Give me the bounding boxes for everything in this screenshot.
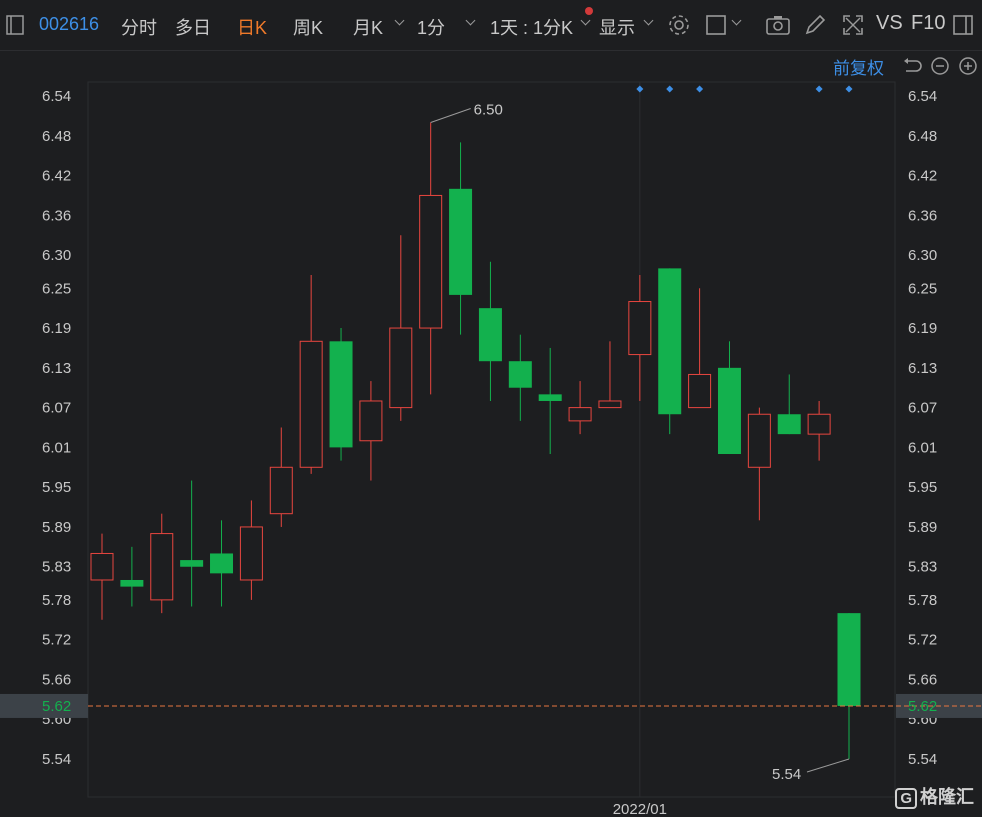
event-marker-icon[interactable] xyxy=(636,85,644,93)
max-annotation-label: 6.50 xyxy=(474,102,503,119)
y-tick-label-right: 6.25 xyxy=(908,280,937,297)
candle-body-down[interactable] xyxy=(658,268,682,415)
candle-body-down[interactable] xyxy=(120,579,144,587)
plot-frame xyxy=(87,81,896,798)
candle-body-down[interactable] xyxy=(508,361,532,388)
candle-body-down[interactable] xyxy=(538,394,562,401)
current-price-label-right: 5.62 xyxy=(908,698,937,715)
y-tick-label-right: 6.48 xyxy=(908,128,937,145)
y-tick-label-left: 5.89 xyxy=(42,519,71,536)
y-tick-label-left: 5.83 xyxy=(42,559,71,576)
candle-body-up[interactable] xyxy=(299,340,323,468)
y-tick-label-left: 5.95 xyxy=(42,479,71,496)
y-tick-label-left: 5.66 xyxy=(42,671,71,688)
min-annotation-label: 5.54 xyxy=(772,766,801,783)
candle-body-up[interactable] xyxy=(359,400,383,442)
candle-body-up[interactable] xyxy=(90,552,114,581)
y-tick-label-left: 6.13 xyxy=(42,360,71,377)
candle-body-down[interactable] xyxy=(449,188,473,295)
y-tick-label-left: 6.36 xyxy=(42,207,71,224)
y-tick-label-left: 6.48 xyxy=(42,128,71,145)
y-tick-label-right: 5.89 xyxy=(908,519,937,536)
y-tick-label-right: 5.72 xyxy=(908,632,937,649)
candle-body-down[interactable] xyxy=(837,613,861,706)
y-tick-label-left: 6.01 xyxy=(42,439,71,456)
x-axis-date-label: 2022/01 xyxy=(613,801,667,817)
y-tick-label-left: 6.42 xyxy=(42,168,71,185)
candle-body-up[interactable] xyxy=(269,466,293,515)
y-tick-label-left: 6.30 xyxy=(42,247,71,264)
y-tick-label-right: 5.78 xyxy=(908,592,937,609)
y-tick-label-left: 6.19 xyxy=(42,320,71,337)
y-tick-label-right: 6.30 xyxy=(908,247,937,264)
y-tick-label-right: 5.95 xyxy=(908,479,937,496)
y-tick-label-right: 5.54 xyxy=(908,751,937,768)
y-tick-label-right: 6.42 xyxy=(908,168,937,185)
y-tick-label-right: 6.54 xyxy=(908,88,937,105)
y-tick-label-right: 6.07 xyxy=(908,400,937,417)
watermark-g-icon: G xyxy=(895,788,917,809)
event-marker-icon[interactable] xyxy=(696,85,704,93)
candle-body-down[interactable] xyxy=(210,553,234,574)
candle-body-up[interactable] xyxy=(150,533,174,601)
candle-body-up[interactable] xyxy=(568,407,592,422)
event-marker-icon[interactable] xyxy=(845,85,853,93)
candle-body-up[interactable] xyxy=(807,413,831,435)
candle-body-down[interactable] xyxy=(717,367,741,455)
current-price-label-left: 5.62 xyxy=(42,698,71,715)
y-tick-label-right: 5.66 xyxy=(908,671,937,688)
max-annotation-line xyxy=(430,108,471,123)
candle-body-up[interactable] xyxy=(688,373,712,409)
event-marker-icon[interactable] xyxy=(815,85,823,93)
candle-body-up[interactable] xyxy=(239,526,263,581)
min-annotation-line xyxy=(806,758,850,773)
candle-body-down[interactable] xyxy=(180,560,204,567)
y-tick-label-left: 6.07 xyxy=(42,400,71,417)
y-tick-label-left: 6.54 xyxy=(42,88,71,105)
event-marker-icon[interactable] xyxy=(666,85,674,93)
y-tick-label-left: 5.72 xyxy=(42,632,71,649)
candle-body-up[interactable] xyxy=(747,413,771,468)
y-tick-label-right: 5.83 xyxy=(908,559,937,576)
candle-body-down[interactable] xyxy=(777,414,801,435)
candle-body-down[interactable] xyxy=(478,308,502,362)
y-tick-label-left: 6.25 xyxy=(42,280,71,297)
candle-body-up[interactable] xyxy=(389,327,413,409)
candle-body-up[interactable] xyxy=(628,301,652,356)
candle-body-up[interactable] xyxy=(419,194,443,329)
y-tick-label-left: 5.78 xyxy=(42,592,71,609)
y-tick-label-right: 6.19 xyxy=(908,320,937,337)
watermark-logo: G 格隆汇 xyxy=(895,783,974,809)
candle-body-up[interactable] xyxy=(598,400,622,409)
watermark-text: 格隆汇 xyxy=(920,787,974,807)
y-tick-label-right: 6.13 xyxy=(908,360,937,377)
y-tick-label-left: 5.54 xyxy=(42,751,71,768)
candlestick-chart[interactable]: 6.54 6.54 6.48 6.48 6.42 6.42 6.36 6.36 6.30 6.30… xyxy=(0,0,982,817)
y-tick-label-right: 6.36 xyxy=(908,207,937,224)
y-tick-label-right: 6.01 xyxy=(908,439,937,456)
candle-body-down[interactable] xyxy=(329,341,353,448)
